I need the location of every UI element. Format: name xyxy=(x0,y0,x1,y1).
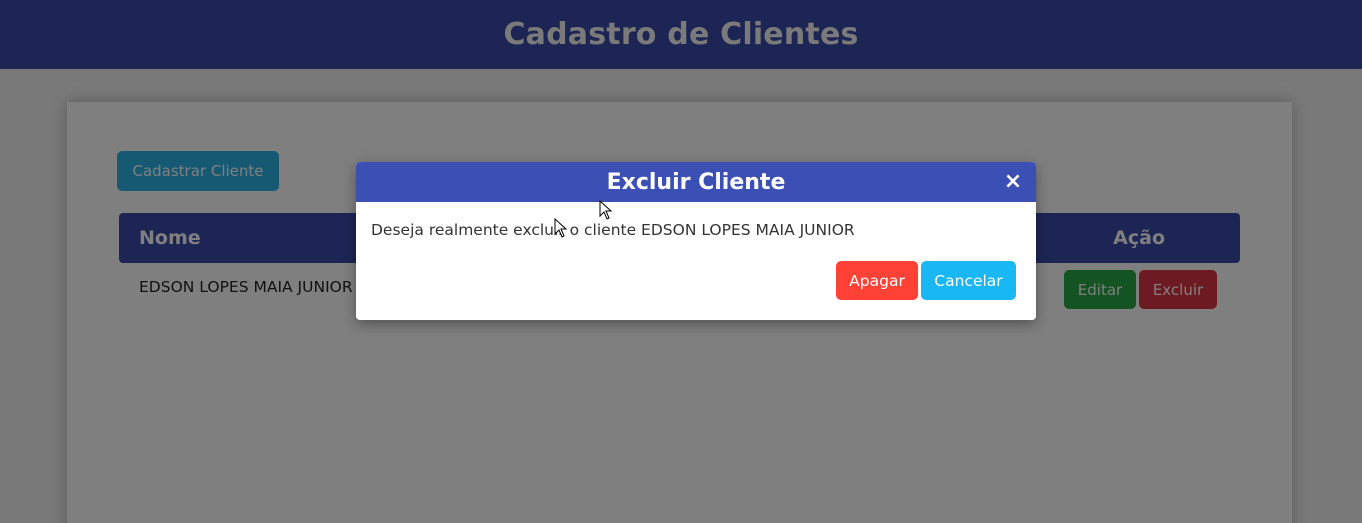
mouse-cursor-icon xyxy=(554,218,568,238)
delete-client-modal: Excluir Cliente × Deseja realmente exclu… xyxy=(356,162,1036,320)
modal-title: Excluir Cliente xyxy=(606,169,786,195)
mouse-cursor-icon xyxy=(599,200,613,220)
page: Cadastro de Clientes Cadastrar Cliente N… xyxy=(0,0,1362,523)
modal-message: Deseja realmente excluir o cliente EDSON… xyxy=(371,221,855,239)
confirm-delete-button[interactable]: Apagar xyxy=(836,261,918,300)
modal-header: Excluir Cliente × xyxy=(356,162,1036,202)
close-icon[interactable]: × xyxy=(1002,169,1024,195)
cancel-button[interactable]: Cancelar xyxy=(921,261,1016,300)
